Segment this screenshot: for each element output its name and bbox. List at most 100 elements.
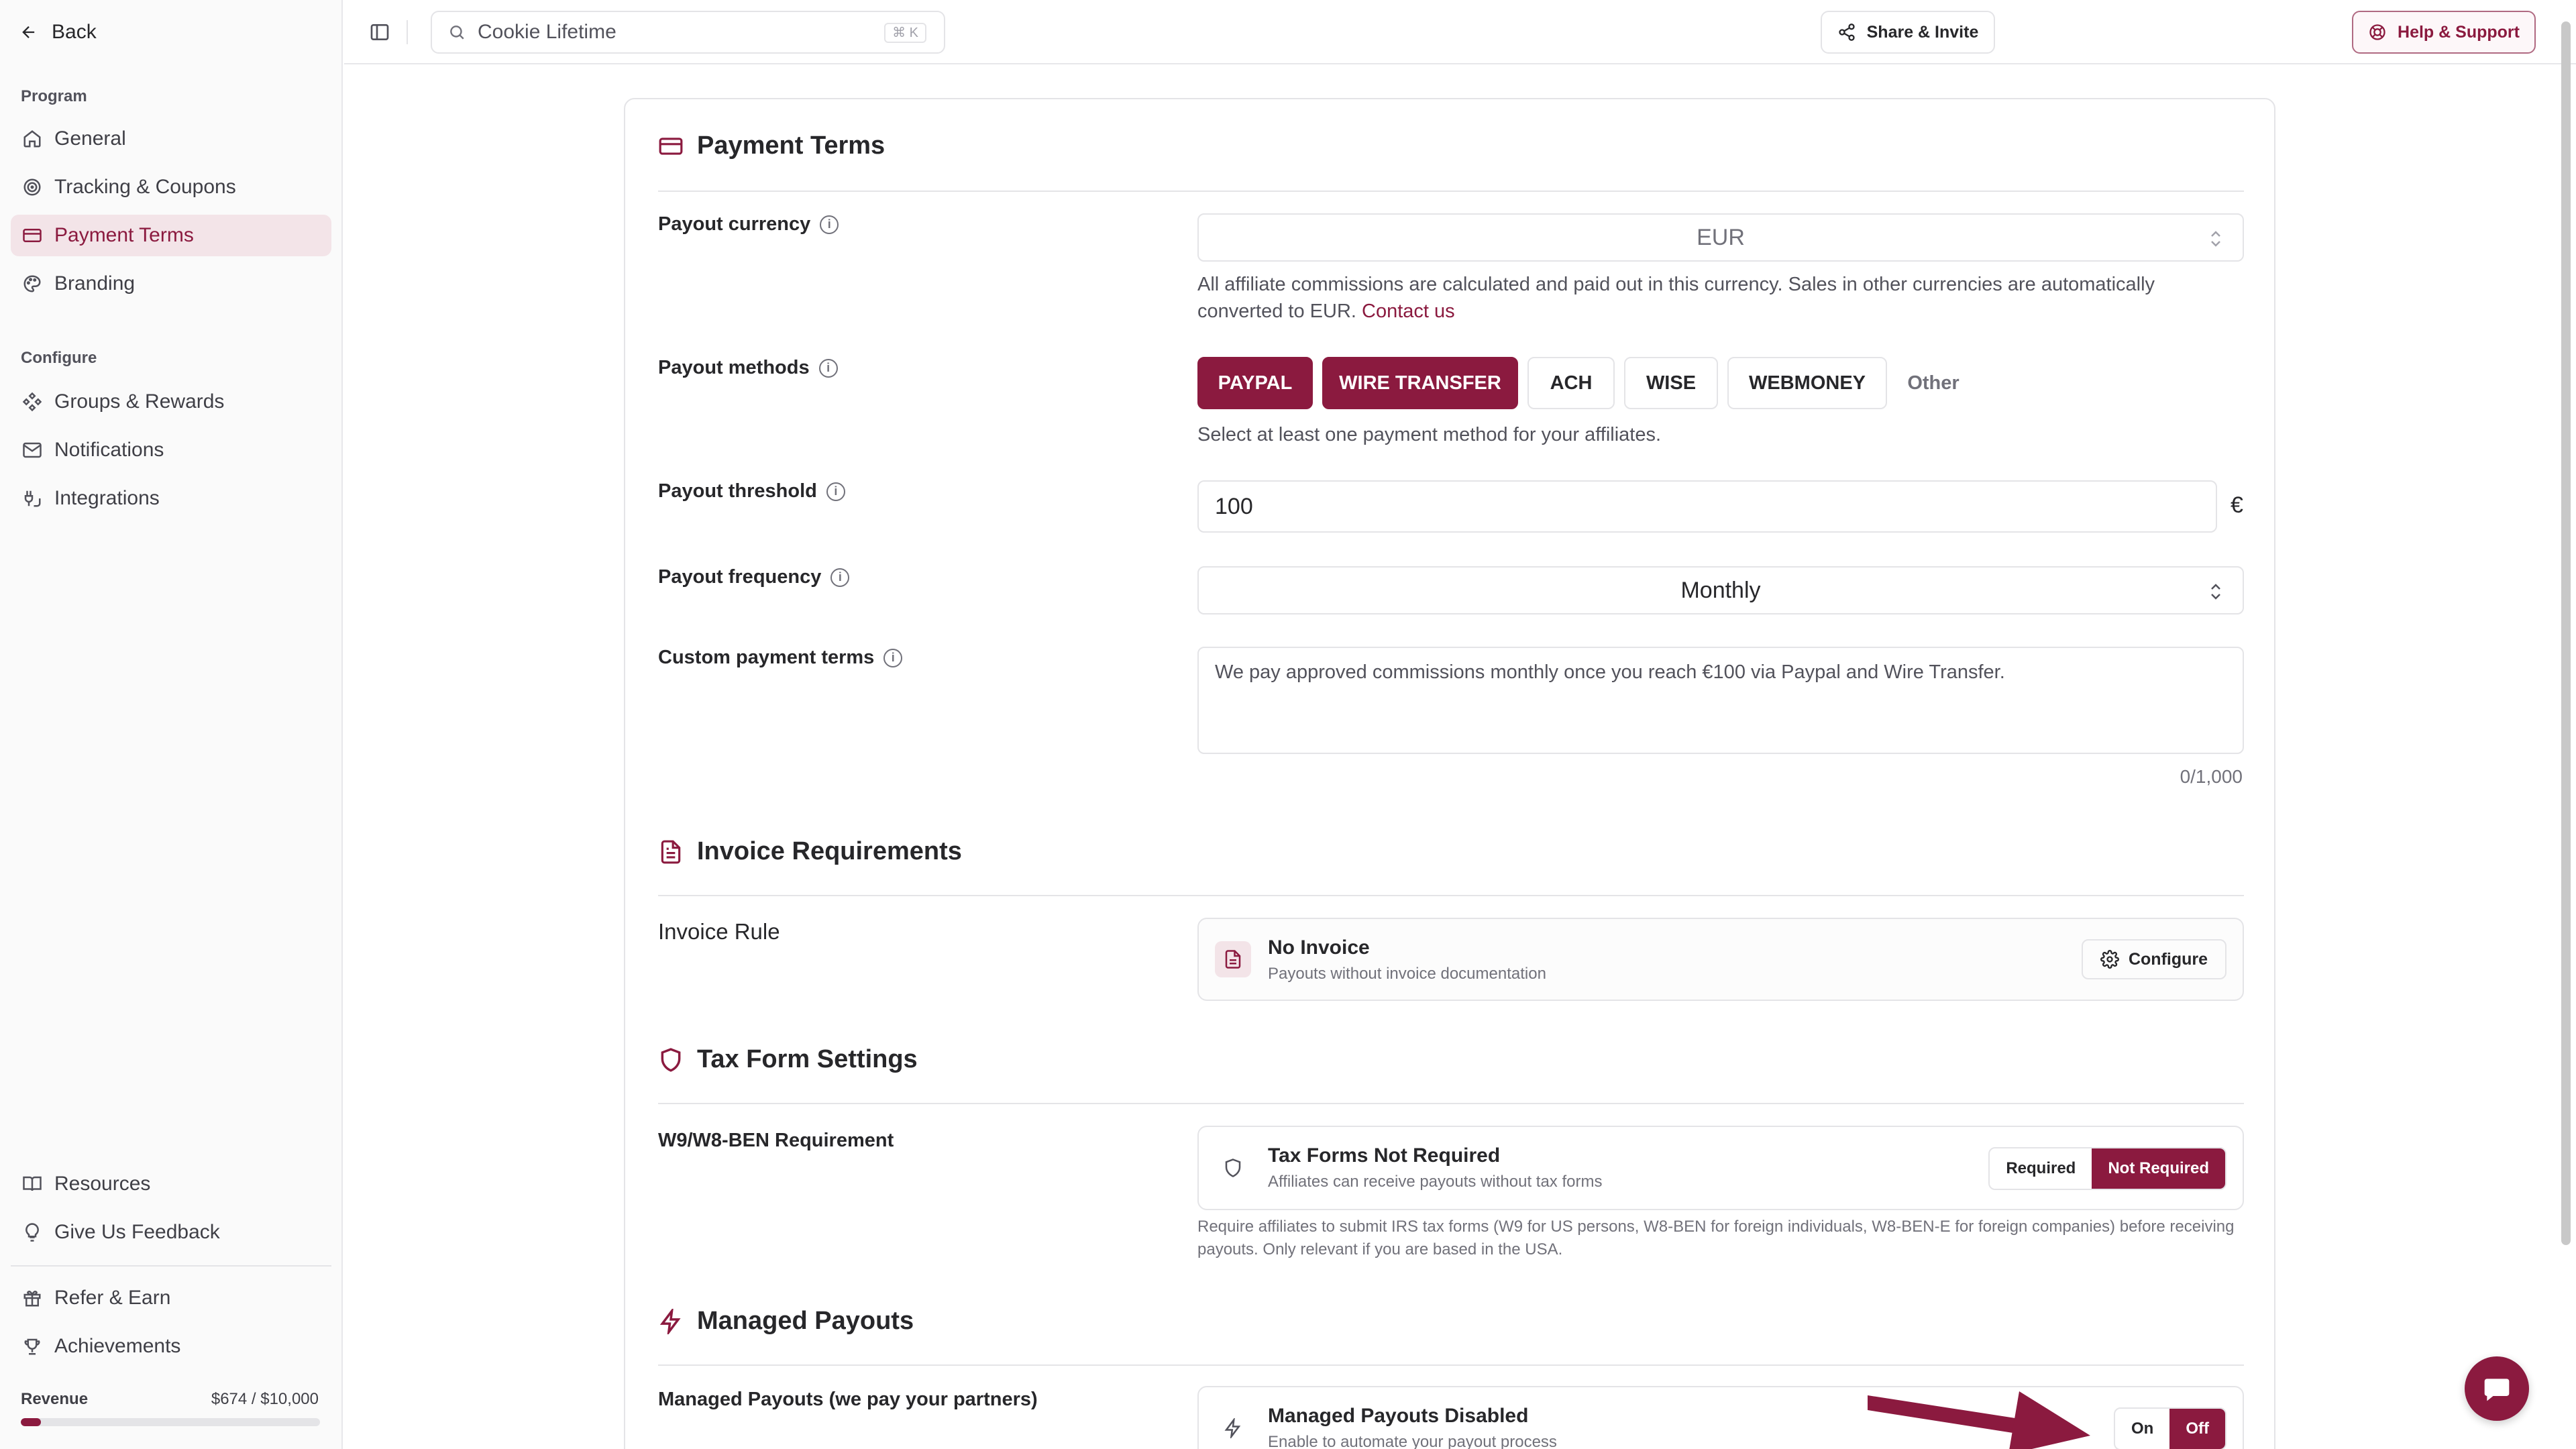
sidebar-item-label: Branding bbox=[54, 272, 136, 294]
contact-us-link[interactable]: Contact us bbox=[1362, 301, 1455, 322]
revenue-progress-fill bbox=[21, 1418, 42, 1426]
method-chip-webmoney[interactable]: WEBMONEY bbox=[1727, 357, 1887, 409]
payment-settings-card: Payment Terms Payout currency i EUR All … bbox=[624, 98, 2275, 1449]
invoice-requirements-heading: Invoice Requirements bbox=[658, 837, 962, 866]
search-shortcut-badge: ⌘ K bbox=[884, 23, 926, 43]
textarea-placeholder: We pay approved commissions monthly once… bbox=[1215, 661, 2005, 683]
payment-terms-heading: Payment Terms bbox=[658, 131, 885, 160]
sidebar-item-label: Refer & Earn bbox=[54, 1287, 171, 1309]
help-text: All affiliate commissions are calculated… bbox=[1197, 274, 2155, 322]
sidebar-item-tracking[interactable]: Tracking & Coupons bbox=[11, 166, 331, 208]
sidebar-toggle-icon[interactable] bbox=[369, 21, 390, 43]
select-value: Monthly bbox=[1680, 577, 1761, 603]
payout-methods-help: Select at least one payment method for y… bbox=[1197, 424, 1662, 445]
off-option[interactable]: Off bbox=[2169, 1409, 2225, 1449]
select-value: EUR bbox=[1697, 224, 1745, 250]
lifebuoy-icon bbox=[2369, 24, 2385, 40]
payout-threshold-input[interactable]: 100 bbox=[1197, 480, 2217, 533]
plug-icon bbox=[24, 490, 41, 507]
tax-requirement-toggle: Required Not Required bbox=[1988, 1147, 2226, 1190]
section-title: Invoice Requirements bbox=[697, 837, 962, 865]
sidebar-item-branding[interactable]: Branding bbox=[11, 263, 331, 305]
required-option[interactable]: Required bbox=[1990, 1148, 2092, 1189]
back-label: Back bbox=[52, 21, 97, 43]
method-chip-wire-transfer[interactable]: WIRE TRANSFER bbox=[1322, 357, 1518, 409]
section-title: Payment Terms bbox=[697, 131, 885, 160]
topbar-divider bbox=[407, 20, 408, 44]
field-label: Payout methods bbox=[658, 357, 810, 378]
payout-currency-label: Payout currency i bbox=[658, 213, 839, 235]
sidebar-item-notifications[interactable]: Notifications bbox=[11, 429, 331, 471]
method-chip-wise[interactable]: WISE bbox=[1624, 357, 1718, 409]
on-option[interactable]: On bbox=[2115, 1409, 2169, 1449]
lightning-icon bbox=[1215, 1410, 1251, 1446]
shield-icon bbox=[661, 1047, 681, 1072]
tax-forms-box: Tax Forms Not Required Affiliates can re… bbox=[1197, 1126, 2244, 1210]
method-chip-paypal[interactable]: PAYPAL bbox=[1197, 357, 1313, 409]
back-button[interactable]: Back bbox=[19, 17, 97, 47]
tax-forms-help: Require affiliates to submit IRS tax for… bbox=[1197, 1218, 2235, 1258]
payout-currency-select[interactable]: EUR bbox=[1197, 213, 2244, 262]
page-scrollbar[interactable] bbox=[2561, 21, 2571, 1245]
help-label: Help & Support bbox=[2398, 22, 2520, 42]
chat-button[interactable] bbox=[2465, 1356, 2529, 1421]
sidebar-item-refer-earn[interactable]: Refer & Earn bbox=[11, 1277, 331, 1319]
section-program-heading: Program bbox=[21, 87, 87, 105]
section-title: Managed Payouts bbox=[697, 1307, 914, 1335]
configure-label: Configure bbox=[2128, 949, 2208, 969]
sidebar-item-feedback[interactable]: Give Us Feedback bbox=[11, 1212, 331, 1253]
sidebar-item-payment-terms[interactable]: Payment Terms bbox=[11, 215, 331, 256]
document-icon bbox=[661, 840, 681, 863]
sidebar-item-general[interactable]: General bbox=[11, 118, 331, 160]
arrow-left-icon bbox=[22, 26, 35, 38]
invoice-status-title: No Invoice bbox=[1268, 936, 1370, 959]
sidebar-item-label: Groups & Rewards bbox=[54, 390, 225, 413]
sidebar-divider bbox=[11, 1265, 331, 1267]
search-icon bbox=[450, 25, 464, 40]
info-icon[interactable]: i bbox=[818, 358, 838, 378]
invoice-rule-box: No Invoice Payouts without invoice docum… bbox=[1197, 918, 2244, 1001]
search-input[interactable]: Cookie Lifetime ⌘ K bbox=[431, 11, 945, 54]
payout-frequency-label: Payout frequency i bbox=[658, 566, 850, 588]
document-icon bbox=[1215, 941, 1251, 977]
share-invite-button[interactable]: Share & Invite bbox=[1821, 11, 1995, 54]
section-divider bbox=[658, 895, 2244, 896]
sidebar-item-achievements[interactable]: Achievements bbox=[11, 1326, 331, 1367]
currency-symbol: € bbox=[2231, 492, 2243, 518]
info-icon[interactable]: i bbox=[820, 215, 839, 234]
sidebar-item-groups-rewards[interactable]: Groups & Rewards bbox=[11, 381, 331, 423]
method-chip-ach[interactable]: ACH bbox=[1527, 357, 1615, 409]
help-support-button[interactable]: Help & Support bbox=[2352, 11, 2536, 54]
tax-status-title: Tax Forms Not Required bbox=[1268, 1144, 1501, 1167]
not-required-option[interactable]: Not Required bbox=[2092, 1148, 2225, 1189]
sidebar-item-label: Notifications bbox=[54, 439, 164, 461]
managed-payouts-toggle: On Off bbox=[2114, 1407, 2226, 1449]
sidebar-item-integrations[interactable]: Integrations bbox=[11, 478, 331, 519]
custom-payment-terms-textarea[interactable]: We pay approved commissions monthly once… bbox=[1197, 647, 2244, 754]
method-chip-other[interactable]: Other bbox=[1896, 357, 1970, 409]
field-label: Payout threshold bbox=[658, 480, 817, 502]
section-divider bbox=[658, 1103, 2244, 1104]
info-icon[interactable]: i bbox=[830, 568, 850, 587]
payout-methods-label: Payout methods i bbox=[658, 357, 838, 379]
tax-form-settings-heading: Tax Form Settings bbox=[658, 1045, 918, 1074]
groups-icon bbox=[22, 392, 42, 412]
trophy-icon bbox=[24, 1338, 40, 1355]
sidebar-item-label: Payment Terms bbox=[54, 224, 194, 246]
section-divider bbox=[658, 191, 2244, 192]
sidebar-item-label: Tracking & Coupons bbox=[54, 176, 236, 198]
field-label: Payout frequency bbox=[658, 566, 822, 588]
sidebar-item-label: General bbox=[54, 127, 126, 150]
sidebar-item-label: Give Us Feedback bbox=[54, 1221, 220, 1243]
payout-threshold-label: Payout threshold i bbox=[658, 480, 845, 502]
configure-button[interactable]: Configure bbox=[2082, 939, 2226, 979]
input-value: 100 bbox=[1215, 493, 1253, 519]
gear-icon bbox=[2100, 950, 2119, 969]
w9-requirement-label: W9/W8-BEN Requirement bbox=[658, 1130, 894, 1151]
info-icon[interactable]: i bbox=[883, 648, 903, 667]
lightning-icon bbox=[659, 1308, 681, 1334]
field-label: Custom payment terms bbox=[658, 647, 875, 668]
info-icon[interactable]: i bbox=[826, 482, 845, 501]
sidebar-item-resources[interactable]: Resources bbox=[11, 1163, 331, 1205]
payout-frequency-select[interactable]: Monthly bbox=[1197, 566, 2244, 614]
